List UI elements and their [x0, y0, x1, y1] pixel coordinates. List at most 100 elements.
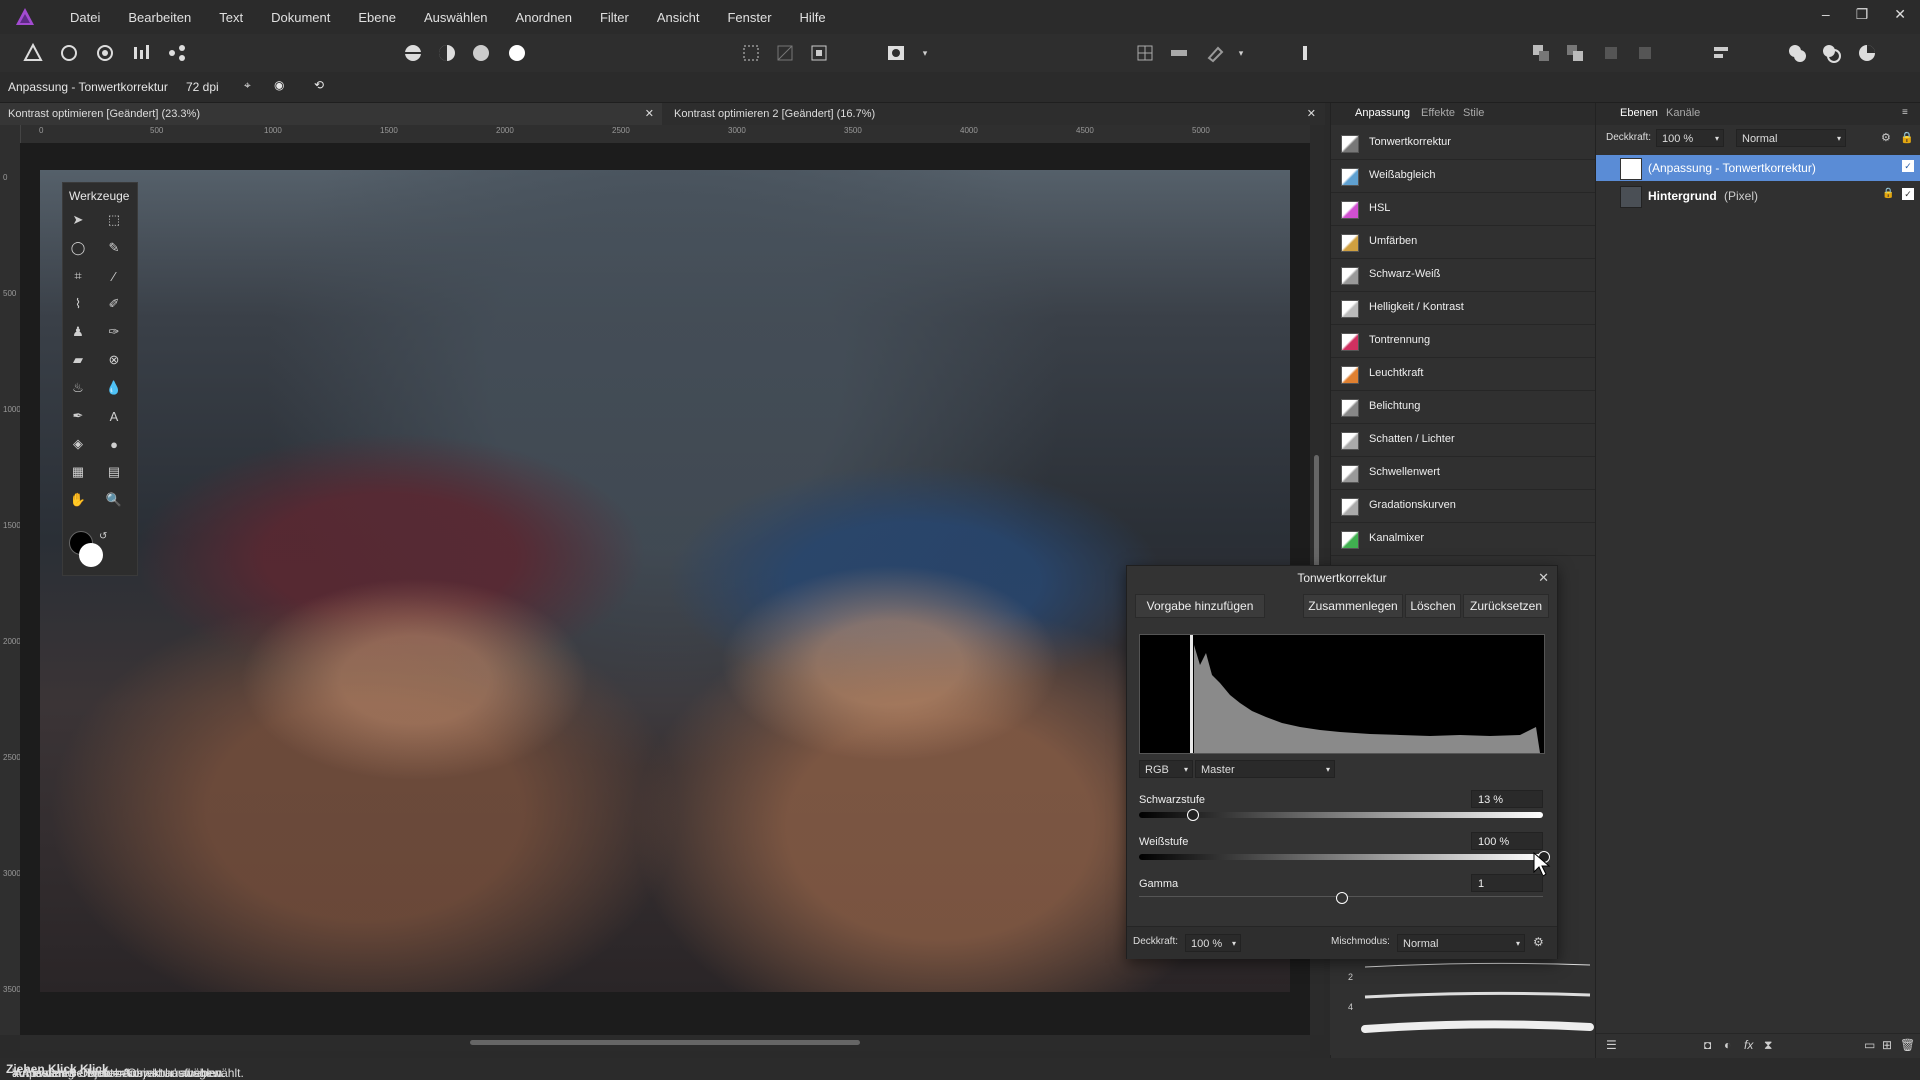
text-tool-icon[interactable]: A: [103, 405, 125, 427]
swap-colors-icon[interactable]: ↺: [99, 531, 107, 542]
fill-tool-icon[interactable]: ◈: [67, 433, 89, 455]
adjustment-item[interactable]: Weißabgleich: [1331, 160, 1596, 193]
tab-2-close-icon[interactable]: ✕: [1307, 103, 1316, 125]
document-canvas[interactable]: [20, 143, 1310, 1035]
adjustment-item[interactable]: Schwellenwert: [1331, 457, 1596, 490]
boolean-add-icon[interactable]: [1786, 42, 1808, 64]
eye-icon[interactable]: ◉: [274, 78, 284, 92]
crop-tool-icon[interactable]: ⌗: [67, 265, 89, 287]
auto-levels-icon[interactable]: [402, 42, 424, 64]
tab-ebenen[interactable]: Ebenen: [1620, 107, 1658, 119]
marquee-mode-icon[interactable]: [740, 42, 762, 64]
eraser-icon[interactable]: ▰: [67, 349, 89, 371]
pen-tool-icon[interactable]: ✒: [67, 405, 89, 427]
lasso-tool-icon[interactable]: ◯: [67, 237, 89, 259]
delete-button[interactable]: Löschen: [1405, 594, 1461, 618]
refresh-icon[interactable]: ⟲: [314, 78, 324, 92]
invert-selection-icon[interactable]: [808, 42, 830, 64]
tab-document-2[interactable]: Kontrast optimieren 2 [Geändert] (16.7%)…: [664, 103, 1324, 125]
boolean-intersect-icon[interactable]: [1856, 42, 1878, 64]
snapping-grid-icon[interactable]: [1134, 42, 1156, 64]
auto-contrast-icon[interactable]: [436, 42, 458, 64]
menu-filter[interactable]: Filter: [586, 10, 643, 25]
perspective-icon[interactable]: ▤: [103, 461, 125, 483]
adjustment-item[interactable]: HSL: [1331, 193, 1596, 226]
menu-datei[interactable]: Datei: [56, 10, 114, 25]
boolean-subtract-icon[interactable]: [1820, 42, 1842, 64]
healing-brush-icon[interactable]: ⊗: [103, 349, 125, 371]
arrange-forward-icon[interactable]: [1564, 42, 1586, 64]
zoom-tool-icon[interactable]: 🔍: [103, 489, 125, 511]
dodge-tool-icon[interactable]: ✑: [103, 321, 125, 343]
menu-text[interactable]: Text: [205, 10, 257, 25]
menu-fenster[interactable]: Fenster: [713, 10, 785, 25]
selection-mode-icon[interactable]: [774, 42, 796, 64]
menu-auswaehlen[interactable]: Auswählen: [410, 10, 502, 25]
layer-settings-gear-icon[interactable]: ⚙: [1881, 131, 1891, 144]
layer-lock-icon[interactable]: 🔒: [1900, 131, 1914, 144]
black-level-field[interactable]: 13 %: [1471, 790, 1543, 808]
develop-persona-icon[interactable]: [94, 42, 116, 64]
adjustment-item[interactable]: Gradationskurven: [1331, 490, 1596, 523]
black-level-handle[interactable]: [1186, 809, 1199, 821]
live-filter-icon[interactable]: ⧗: [1764, 1038, 1772, 1053]
hand-tool-icon[interactable]: ✋: [67, 489, 89, 511]
menu-dokument[interactable]: Dokument: [257, 10, 344, 25]
menu-anordnen[interactable]: Anordnen: [502, 10, 586, 25]
layer-visibility-checkbox[interactable]: ✓: [1902, 160, 1914, 172]
vertical-scroll-thumb[interactable]: [1314, 455, 1319, 575]
adjustment-item[interactable]: Belichtung: [1331, 391, 1596, 424]
tab-stile[interactable]: Stile: [1463, 107, 1484, 119]
layer-stack-icon[interactable]: ☰: [1606, 1038, 1617, 1052]
shape-tool-icon[interactable]: ●: [103, 433, 125, 455]
auto-white-balance-icon[interactable]: [506, 42, 528, 64]
gamma-handle[interactable]: [1336, 892, 1348, 904]
quick-mask-icon[interactable]: [885, 42, 907, 64]
gamma-field[interactable]: 1: [1471, 874, 1543, 892]
layer-visibility-checkbox[interactable]: ✓: [1902, 188, 1914, 200]
align-icon[interactable]: [1710, 42, 1732, 64]
group-folder-icon[interactable]: ▭: [1864, 1038, 1875, 1052]
layers-opacity-field[interactable]: 100 % ▾: [1656, 129, 1724, 147]
mixer-brush-icon[interactable]: ✐: [103, 293, 125, 315]
adjustment-item[interactable]: Schatten / Lichter: [1331, 424, 1596, 457]
arrange-back-icon[interactable]: [1530, 42, 1552, 64]
mask-layer-icon[interactable]: ◘: [1704, 1038, 1711, 1052]
horizontal-scrollbar[interactable]: [20, 1035, 1310, 1051]
dialog-opacity-field[interactable]: 100 % ▾: [1185, 934, 1241, 952]
export-persona-icon[interactable]: [166, 42, 188, 64]
color-picker-icon[interactable]: ⁄: [103, 265, 125, 287]
tab-anpassung[interactable]: Anpassung: [1355, 107, 1410, 119]
add-layer-icon[interactable]: ⊞: [1882, 1038, 1892, 1052]
mesh-warp-icon[interactable]: ▦: [67, 461, 89, 483]
adjustment-item[interactable]: Umfärben: [1331, 226, 1596, 259]
restore-icon[interactable]: ❐: [1856, 6, 1869, 23]
auto-colors-icon[interactable]: [470, 42, 492, 64]
info-icon[interactable]: [1294, 42, 1316, 64]
clone-stamp-icon[interactable]: ♟: [67, 321, 89, 343]
white-level-field[interactable]: 100 %: [1471, 832, 1543, 850]
layer-row-adjustment[interactable]: (Anpassung - Tonwertkorrektur) ✓: [1596, 155, 1920, 181]
adjustment-layer-icon[interactable]: ◐: [1724, 1038, 1731, 1052]
menu-hilfe[interactable]: Hilfe: [786, 10, 840, 25]
adjustment-item[interactable]: Kanalmixer: [1331, 523, 1596, 556]
menu-ansicht[interactable]: Ansicht: [643, 10, 714, 25]
adjustment-item[interactable]: Tonwertkorrektur: [1331, 127, 1596, 160]
close-window-icon[interactable]: ✕: [1894, 6, 1906, 23]
blur-brush-icon[interactable]: 💧: [103, 377, 125, 399]
menu-bearbeiten[interactable]: Bearbeiten: [114, 10, 205, 25]
layers-blend-mode-select[interactable]: Normal ▾: [1736, 129, 1846, 147]
adjustment-item[interactable]: Leuchtkraft: [1331, 358, 1596, 391]
secondary-color-swatch[interactable]: [79, 543, 103, 567]
channel-mode-select[interactable]: RGB ▾: [1139, 760, 1193, 778]
fx-icon[interactable]: fx: [1744, 1038, 1753, 1052]
channel-select[interactable]: Master ▾: [1195, 760, 1335, 778]
dialog-close-icon[interactable]: ✕: [1538, 570, 1549, 586]
liquify-persona-icon[interactable]: [58, 42, 80, 64]
paint-brush-icon[interactable]: ⌇: [67, 293, 89, 315]
minimize-icon[interactable]: –: [1822, 6, 1830, 23]
delete-layer-icon[interactable]: 🗑: [1900, 1038, 1915, 1052]
quick-mask-dropdown-icon[interactable]: ▾: [914, 42, 936, 64]
white-level-slider[interactable]: [1139, 854, 1543, 860]
rectangle-marquee-icon[interactable]: ⬚: [103, 209, 125, 231]
